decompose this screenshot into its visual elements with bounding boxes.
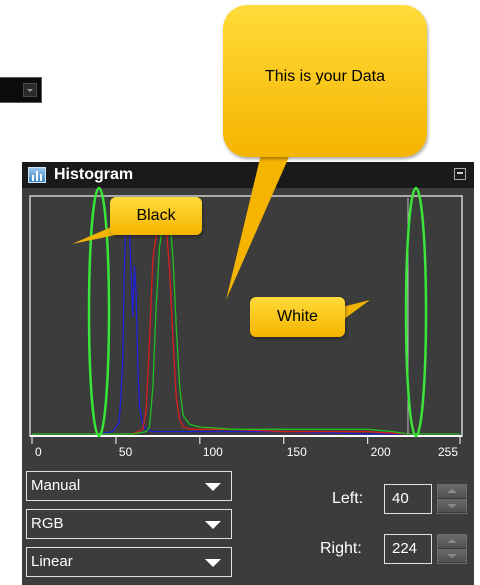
chevron-down-icon[interactable] bbox=[205, 521, 221, 529]
white-callout: White bbox=[250, 297, 345, 337]
right-value: 224 bbox=[392, 540, 418, 557]
spin-down-icon[interactable] bbox=[438, 549, 466, 563]
spin-up-icon[interactable] bbox=[438, 535, 466, 549]
chevron-down-icon[interactable] bbox=[205, 483, 221, 491]
data-callout: This is your Data bbox=[223, 5, 427, 157]
x-axis-tick-label: 50 bbox=[119, 445, 133, 459]
white-callout-text: White bbox=[277, 308, 318, 325]
left-label: Left: bbox=[332, 490, 364, 507]
x-axis-ticks: 0 50 100 150 200 255 bbox=[31, 436, 461, 459]
spin-up-icon[interactable] bbox=[438, 485, 466, 499]
left-value: 40 bbox=[392, 490, 409, 507]
right-label: Right: bbox=[320, 540, 362, 557]
right-input[interactable]: 224 bbox=[384, 534, 432, 564]
left-spinner[interactable] bbox=[437, 484, 467, 514]
x-axis-tick-label: 0 bbox=[35, 445, 42, 459]
x-axis-tick-label: 200 bbox=[371, 445, 391, 459]
chevron-down-icon[interactable] bbox=[23, 83, 37, 97]
black-callout: Black bbox=[110, 197, 202, 235]
scale-value: Linear bbox=[31, 553, 73, 570]
channel-dropdown[interactable]: RGB bbox=[26, 509, 232, 539]
channel-dropdown-partial[interactable] bbox=[0, 77, 42, 103]
histogram-series-line bbox=[32, 206, 460, 435]
x-axis-tick-label: 100 bbox=[203, 445, 223, 459]
scale-dropdown[interactable]: Linear bbox=[26, 547, 232, 577]
channel-value: RGB bbox=[31, 515, 64, 532]
mode-dropdown[interactable]: Manual bbox=[26, 471, 232, 501]
x-axis-tick-label: 150 bbox=[287, 445, 307, 459]
histogram-series-line bbox=[32, 206, 460, 435]
left-input[interactable]: 40 bbox=[384, 484, 432, 514]
chevron-down-icon[interactable] bbox=[205, 559, 221, 567]
right-spinner[interactable] bbox=[437, 534, 467, 564]
x-axis-tick-label: 255 bbox=[438, 445, 458, 459]
histogram-panel: Histogram 0 50 100 150 200 255 Manual RGB Lin… bbox=[22, 162, 474, 585]
histogram-series bbox=[32, 206, 460, 435]
mode-value: Manual bbox=[31, 477, 81, 494]
black-callout-text: Black bbox=[136, 207, 176, 224]
histogram-series-line bbox=[32, 209, 460, 435]
plot-frame bbox=[29, 195, 463, 437]
histogram-chart: 0 50 100 150 200 255 bbox=[29, 195, 463, 459]
spin-down-icon[interactable] bbox=[438, 499, 466, 513]
data-callout-text: This is your Data bbox=[264, 68, 386, 85]
